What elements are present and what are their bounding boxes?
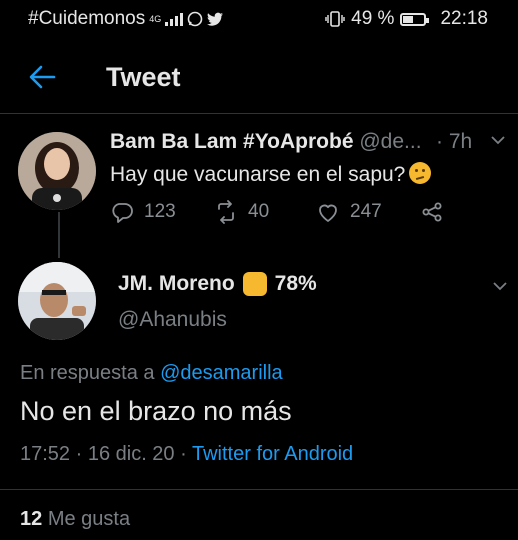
status-right: 49 % 22:18 [325, 8, 488, 30]
tweet-source-link[interactable]: Twitter for Android [192, 443, 353, 465]
status-bar: #Cuidemonos 4G 49 % 22:18 [0, 0, 518, 36]
share-button[interactable] [420, 200, 444, 224]
meta-divider [0, 489, 518, 490]
parent-tweet-header[interactable]: Bam Ba Lam #YoAprobé @de... · 7h [110, 130, 510, 158]
chevron-down-icon[interactable] [492, 280, 508, 292]
reply-count: 123 [144, 201, 176, 222]
main-author-name-suffix: 78% [274, 272, 317, 295]
avatar-main-image [18, 262, 96, 340]
like-button[interactable]: 247 [316, 200, 382, 224]
parent-tweet-body: Hay que vacunarse en el sapu? [110, 163, 406, 186]
parent-author-handle[interactable]: @de... [359, 130, 421, 153]
reply-icon [112, 203, 133, 223]
reply-prefix: En respuesta a [20, 362, 155, 384]
avatar[interactable] [18, 262, 96, 340]
status-left: #Cuidemonos 4G [28, 8, 224, 30]
reply-handle-link[interactable]: @desamarilla [160, 362, 283, 384]
thinking-face-emoji [409, 162, 432, 184]
parent-tweet-actions: 123 40 247 [110, 200, 510, 230]
battery-percent: 49 % [351, 8, 395, 29]
likes-label: Me gusta [47, 508, 131, 530]
main-author-name[interactable]: JM. Moreno [118, 272, 235, 296]
battery-fill [403, 15, 414, 23]
heart-icon [319, 204, 337, 222]
parent-author-name[interactable]: Bam Ba Lam #YoAprobé [110, 130, 354, 153]
page-title: Tweet [106, 62, 181, 92]
twitter-bird-icon [207, 12, 224, 26]
arrow-left-icon[interactable] [26, 62, 58, 92]
header: Tweet [0, 52, 518, 108]
retweet-count: 40 [248, 201, 270, 222]
reply-context: En respuesta a @desamarilla [20, 362, 283, 385]
retweet-icon [218, 200, 234, 224]
vibrate-icon [325, 11, 345, 27]
avatar[interactable] [18, 132, 96, 210]
network-label: 4G [149, 13, 162, 24]
parent-tweet-text: Hay que vacunarse en el sapu? [110, 162, 432, 187]
main-author-row[interactable]: JM. Moreno 78% [118, 272, 317, 296]
parent-tweet-time: · 7h [436, 130, 473, 153]
chevron-down-icon[interactable] [490, 134, 506, 146]
battery-icon [400, 12, 430, 26]
thread-line [58, 212, 60, 258]
main-tweet-text: No en el brazo no más [20, 396, 292, 426]
avatar-parent-image [18, 132, 96, 210]
header-divider [0, 113, 518, 114]
retweet-button[interactable]: 40 [214, 200, 269, 224]
reply-button[interactable]: 123 [110, 200, 176, 224]
carrier-label: #Cuidemonos [28, 8, 146, 29]
whatsapp-icon [187, 11, 203, 27]
tweet-meta: 17:52 · 16 dic. 20 · Twitter for Android [20, 443, 353, 466]
raised-fist-emoji [242, 272, 267, 296]
like-count: 247 [350, 201, 382, 222]
likes-summary[interactable]: 12 Me gusta [20, 508, 130, 531]
main-author-handle[interactable]: @Ahanubis [118, 308, 227, 332]
tweet-timestamp: 17:52 · 16 dic. 20 · [20, 443, 187, 465]
clock: 22:18 [440, 8, 488, 29]
likes-total: 12 [20, 508, 43, 530]
share-icon [422, 202, 442, 222]
signal-bars-icon [165, 12, 184, 26]
